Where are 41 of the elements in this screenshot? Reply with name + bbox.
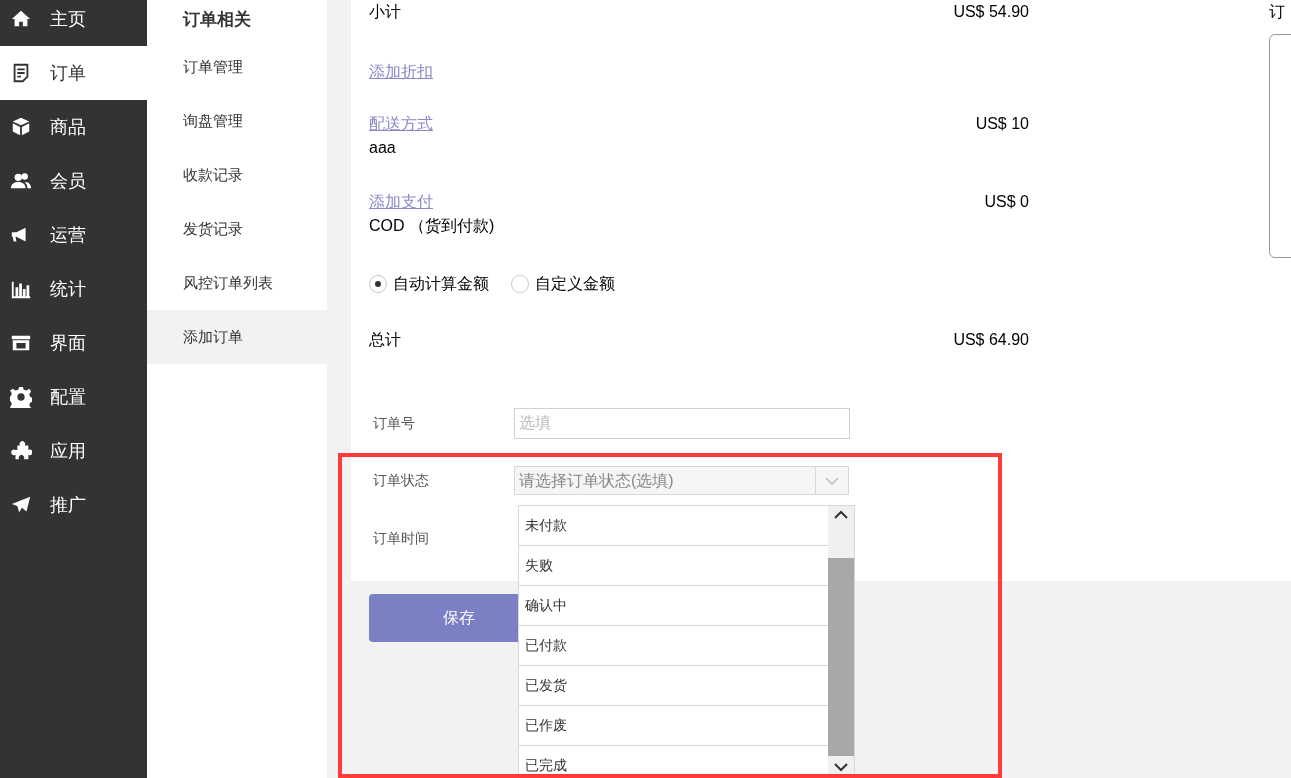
nav-item[interactable]: 会员 [0, 154, 147, 208]
submenu-title: 订单相关 [181, 9, 252, 32]
nav-item[interactable]: 主页 [0, 0, 147, 46]
nav-item[interactable]: 界面 [0, 316, 147, 370]
nav-item[interactable]: 统计 [0, 262, 147, 316]
nav-item[interactable]: 商品 [0, 100, 147, 154]
amount: US$ 0 [984, 192, 1029, 212]
amount: US$ 64.90 [953, 330, 1029, 350]
total-label: 总计 [369, 330, 401, 350]
submenu-item[interactable]: 发货记录 [147, 202, 327, 256]
dropdown-option[interactable]: 已完成 [519, 745, 828, 777]
submenu-item[interactable]: 风控订单列表 [147, 256, 327, 310]
nav-item[interactable]: 配置 [0, 370, 147, 424]
field-label: 订单状态 [372, 471, 430, 490]
settings-icon [10, 386, 32, 408]
radio-option[interactable]: 自动计算金额 [369, 272, 489, 296]
chevron-down-icon [825, 476, 839, 485]
nav-item[interactable]: 订单 [0, 46, 147, 100]
puzzle-icon [10, 440, 32, 462]
nav-item[interactable]: 推广 [0, 478, 147, 532]
nav-item[interactable]: 运营 [0, 208, 147, 262]
payment-method: COD （货到付款) [369, 216, 495, 236]
chevron-up-icon[interactable] [834, 510, 848, 520]
nav-item[interactable]: 应用 [0, 424, 147, 478]
scrollbar[interactable] [828, 506, 854, 777]
shipping-method: aaa [369, 138, 397, 158]
submenu-item[interactable]: 收款记录 [147, 148, 327, 202]
radio-option[interactable]: 自定义金额 [511, 272, 615, 296]
submenu-item[interactable]: 订单管理 [147, 40, 327, 94]
submenu-item[interactable]: 添加订单 [147, 310, 327, 364]
cube-icon [10, 116, 32, 138]
field-label: 订单号 [372, 413, 416, 433]
field-label: 订单时间 [372, 529, 430, 548]
scrollbar-thumb[interactable] [828, 558, 854, 756]
order-number-field[interactable]: 选填 [514, 407, 850, 439]
amount: US$ 10 [975, 114, 1029, 134]
amount: US$ 54.90 [953, 2, 1029, 22]
chevron-down-icon[interactable] [834, 762, 848, 772]
panel-title: 订 [1269, 2, 1286, 22]
submenu-item[interactable]: 询盘管理 [147, 94, 327, 148]
subtotal-label: 小计 [369, 2, 401, 22]
